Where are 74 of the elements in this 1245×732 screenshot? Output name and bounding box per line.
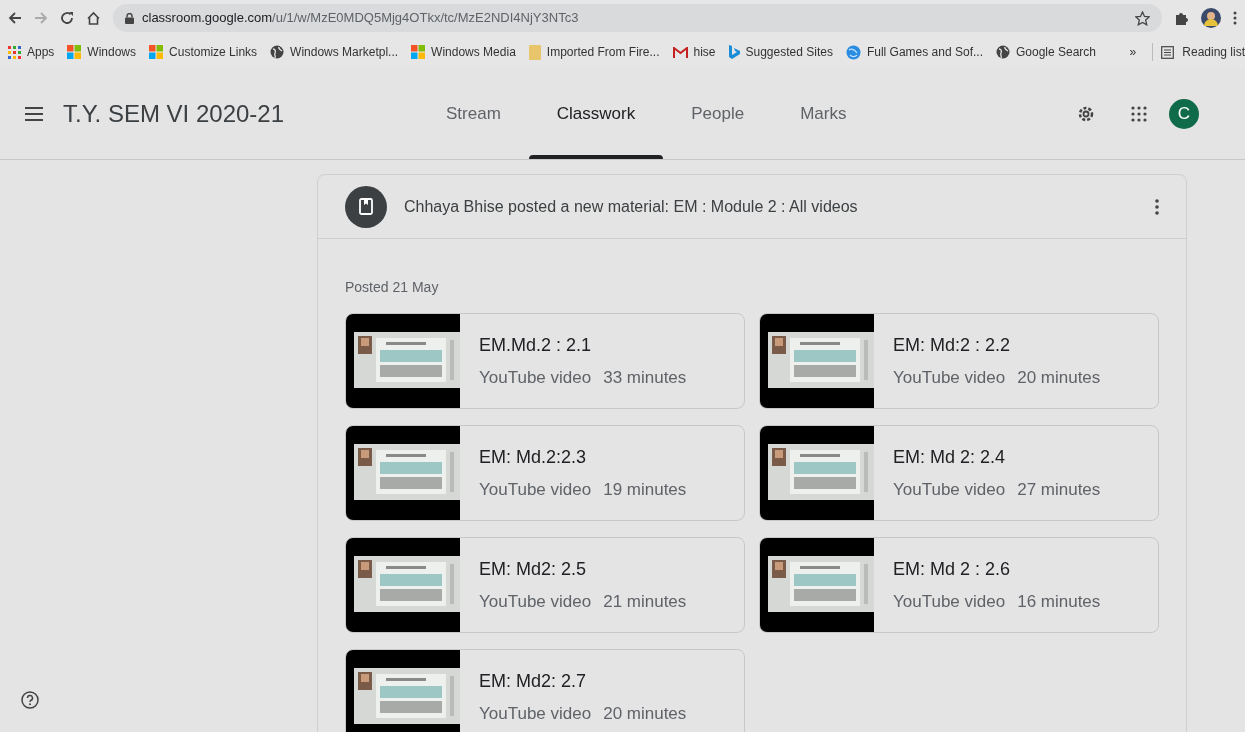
- star-icon[interactable]: [1135, 10, 1150, 26]
- video-duration: 21 minutes: [603, 590, 687, 613]
- video-type: YouTube video: [479, 590, 592, 613]
- bookmark-item[interactable]: Full Games and Sof...: [845, 43, 983, 61]
- video-title: EM.Md.2 : 2.1: [479, 333, 593, 357]
- address-bar[interactable]: classroom.google.com/u/1/w/MzE0MDQ5Mjg4OTkx/tc/MzE2NDI4NjY3NTc3: [113, 4, 1162, 32]
- menu-icon[interactable]: [1233, 11, 1237, 25]
- video-duration: 20 minutes: [1017, 366, 1101, 389]
- windows-logo-icon: [411, 45, 426, 59]
- gmail-icon: [672, 46, 688, 58]
- tab[interactable]: Classwork: [528, 68, 664, 159]
- video-attachment-card[interactable]: EM: Md2: 2.5 YouTube video 21 minutes: [345, 537, 745, 633]
- video-duration: 33 minutes: [603, 366, 687, 389]
- video-duration: 27 minutes: [1017, 478, 1101, 501]
- menu-icon[interactable]: [25, 106, 43, 121]
- list-icon: [1161, 45, 1175, 59]
- video-type: YouTube video: [893, 366, 1006, 389]
- video-title: EM: Md:2 : 2.2: [893, 333, 1012, 357]
- home-icon[interactable]: [86, 10, 101, 26]
- more-options-icon[interactable]: [1155, 198, 1159, 215]
- video-attachment-card[interactable]: EM: Md 2 : 2.6 YouTube video 16 minutes: [759, 537, 1159, 633]
- video-attachment-card[interactable]: EM: Md.2:2.3 YouTube video 19 minutes: [345, 425, 745, 521]
- tab[interactable]: Marks: [772, 68, 875, 159]
- back-icon[interactable]: [8, 11, 22, 25]
- post-heading[interactable]: Chhaya Bhise posted a new material: EM : Module 2 : All videos: [404, 194, 1155, 219]
- video-attachment-card[interactable]: EM.Md.2 : 2.1 YouTube video 33 minutes: [345, 313, 745, 409]
- puzzle-icon[interactable]: [1174, 10, 1189, 26]
- bookmark-item[interactable]: Customize Links: [149, 43, 258, 61]
- reload-icon[interactable]: [60, 11, 74, 25]
- video-type: YouTube video: [893, 590, 1006, 613]
- windows-logo-icon: [67, 45, 82, 59]
- video-title: EM: Md 2: 2.4: [893, 445, 1007, 469]
- video-attachment-card[interactable]: EM: Md2: 2.7 YouTube video 20 minutes: [345, 649, 745, 732]
- reading-list-button[interactable]: Reading list: [1161, 43, 1245, 61]
- more-bookmarks-button[interactable]: »: [1121, 43, 1145, 61]
- video-type: YouTube video: [479, 478, 592, 501]
- bookmark-item[interactable]: Suggested Sites: [728, 43, 833, 61]
- tab[interactable]: People: [663, 68, 773, 159]
- video-title: EM: Md2: 2.7: [479, 669, 588, 693]
- bookmark-item[interactable]: Imported From Fire...: [528, 43, 660, 61]
- material-icon: [345, 185, 387, 228]
- video-title: EM: Md2: 2.5: [479, 557, 588, 581]
- video-duration: 19 minutes: [603, 478, 687, 501]
- bookmark-item[interactable]: Windows Marketpl...: [270, 43, 399, 61]
- tab[interactable]: Stream: [418, 68, 529, 159]
- globe-icon: [270, 45, 285, 59]
- folder-icon: [528, 44, 541, 60]
- bookmark-item[interactable]: Windows Media: [411, 43, 516, 61]
- video-type: YouTube video: [479, 366, 592, 389]
- posted-date: Posted 21 May: [345, 278, 440, 297]
- video-duration: 20 minutes: [603, 702, 687, 725]
- account-avatar[interactable]: C: [1169, 98, 1199, 129]
- video-duration: 16 minutes: [1017, 590, 1101, 613]
- globe-icon: [996, 45, 1010, 59]
- video-title: EM: Md 2 : 2.6: [893, 557, 1012, 581]
- apps-grid-icon: [8, 45, 21, 59]
- bookmark-item[interactable]: Windows: [67, 43, 137, 61]
- video-title: EM: Md.2:2.3: [479, 445, 588, 469]
- video-type: YouTube video: [479, 702, 592, 725]
- class-title: T.Y. SEM VI 2020-21: [63, 98, 285, 129]
- help-icon[interactable]: [21, 691, 39, 709]
- bookmark-item[interactable]: hise: [672, 43, 716, 61]
- bing-icon: [728, 44, 740, 60]
- profile-avatar-icon[interactable]: [1201, 8, 1221, 28]
- windows-logo-icon: [149, 45, 164, 59]
- url-text: classroom.google.com/u/1/w/MzE0MDQ5Mjg4OTkx/tc/MzE2NDI4NjY3NTc3: [142, 9, 580, 28]
- globe-icon: [845, 44, 861, 60]
- video-attachment-card[interactable]: EM: Md 2: 2.4 YouTube video 27 minutes: [759, 425, 1159, 521]
- video-type: YouTube video: [893, 478, 1006, 501]
- apps-grid-icon[interactable]: [1131, 105, 1147, 122]
- bookmark-item[interactable]: Google Search: [996, 43, 1097, 61]
- lock-icon: [125, 12, 134, 24]
- video-attachment-card[interactable]: EM: Md:2 : 2.2 YouTube video 20 minutes: [759, 313, 1159, 409]
- bookmark-item[interactable]: Apps: [8, 43, 55, 61]
